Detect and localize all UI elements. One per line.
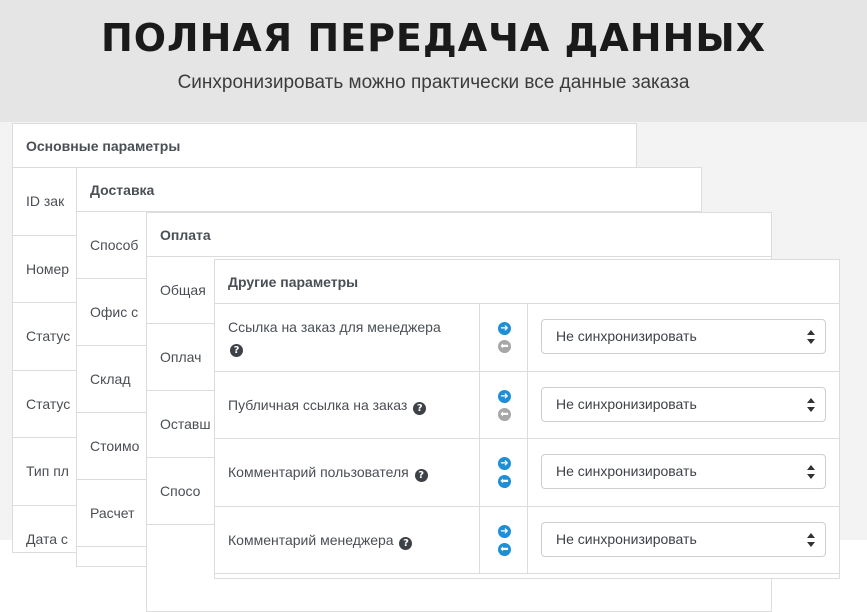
- row-label: ID зак: [26, 193, 65, 210]
- sync-mode-select[interactable]: Не синхронизировать: [541, 454, 826, 489]
- arrow-left-circle-icon[interactable]: ⬅: [498, 542, 511, 556]
- select-value: Не синхронизировать: [556, 395, 697, 412]
- select-value: Не синхронизировать: [556, 463, 697, 479]
- sort-caret-icon: [807, 465, 815, 479]
- row-label: Оставш: [160, 416, 211, 432]
- other-params-title: Другие параметры: [215, 260, 839, 304]
- question-circle-icon[interactable]: ?: [399, 536, 413, 550]
- sort-caret-icon: [807, 330, 815, 344]
- question-circle-icon[interactable]: ?: [230, 344, 243, 358]
- row-label: Склад: [90, 371, 131, 387]
- sync-direction-cell: ➜ ⬅: [480, 371, 528, 438]
- hero-title: ПОЛНАЯ ПЕРЕДАЧА ДАННЫХ: [100, 16, 767, 60]
- setting-row-user-comment: Комментарий пользователя ? ➜ ⬅ Не синхро…: [215, 439, 839, 507]
- row-label: Способ: [90, 237, 139, 253]
- sync-mode-select[interactable]: Не синхронизировать: [541, 319, 826, 354]
- row-label: Оплач: [160, 349, 202, 365]
- setting-label: Ссылка на заказ для менеджера: [228, 319, 441, 336]
- arrow-right-circle-icon[interactable]: ➜: [498, 322, 511, 335]
- arrow-right-circle-icon[interactable]: ➜: [498, 457, 511, 470]
- setting-label-cell: Комментарий пользователя ?: [215, 439, 480, 506]
- row-label: Статус: [26, 328, 71, 345]
- row-label: Спосо: [160, 483, 201, 499]
- setting-row-manager-comment: Комментарий менеджера ? ➜ ⬅ Не синхрониз…: [215, 506, 839, 574]
- question-circle-icon[interactable]: ?: [414, 469, 428, 483]
- row-label: Тип пл: [26, 463, 69, 480]
- setting-label-cell: Ссылка на заказ для менеджера ?: [215, 304, 480, 371]
- row-label: Дата с: [26, 530, 68, 547]
- arrow-left-circle-icon[interactable]: ⬅: [498, 340, 511, 353]
- sync-direction-cell: ➜ ⬅: [480, 304, 528, 371]
- setting-label: Комментарий пользователя: [228, 464, 409, 481]
- row-label: Офис с: [90, 304, 139, 320]
- row-label: Номер: [26, 260, 70, 277]
- arrow-right-circle-icon[interactable]: ➜: [498, 389, 511, 403]
- row-label: Общая: [160, 282, 206, 298]
- select-value: Не синхронизировать: [556, 530, 697, 547]
- sync-select-cell: Не синхронизировать: [528, 372, 839, 439]
- setting-label-cell: Публичная ссылка на заказ ?: [215, 371, 480, 438]
- arrow-right-circle-icon[interactable]: ➜: [498, 524, 511, 538]
- arrow-left-circle-icon[interactable]: ⬅: [498, 407, 511, 421]
- delivery-title: Доставка: [77, 168, 701, 212]
- row-label: Расчет: [90, 505, 135, 521]
- sync-mode-select[interactable]: Не синхронизировать: [541, 386, 826, 422]
- row-label: Статус: [26, 395, 71, 412]
- setting-row-public-link: Публичная ссылка на заказ ? ➜ ⬅ Не синхр…: [215, 371, 839, 439]
- question-circle-icon[interactable]: ?: [413, 401, 427, 415]
- hero-subtitle: Синхронизировать можно практически все д…: [177, 72, 690, 93]
- sort-caret-icon: [807, 397, 815, 412]
- sync-select-cell: Не синхронизировать: [528, 304, 839, 371]
- row-label: Стоимо: [90, 438, 140, 454]
- select-value: Не синхронизировать: [556, 328, 697, 344]
- arrow-left-circle-icon[interactable]: ⬅: [498, 475, 511, 488]
- payment-title: Оплата: [147, 213, 771, 257]
- sync-direction-cell: ➜ ⬅: [480, 439, 528, 506]
- hero-banner: ПОЛНАЯ ПЕРЕДАЧА ДАННЫХ Синхронизировать …: [0, 0, 867, 122]
- sync-select-cell: Не синхронизировать: [528, 439, 839, 506]
- setting-row-manager-link: Ссылка на заказ для менеджера ? ➜ ⬅ Не с…: [215, 304, 839, 372]
- sync-mode-select[interactable]: Не синхронизировать: [541, 521, 826, 557]
- other-params-panel: Другие параметры Ссылка на заказ для мен…: [214, 259, 840, 579]
- setting-label: Публичная ссылка на заказ: [228, 396, 408, 413]
- main-params-title: Основные параметры: [13, 124, 636, 168]
